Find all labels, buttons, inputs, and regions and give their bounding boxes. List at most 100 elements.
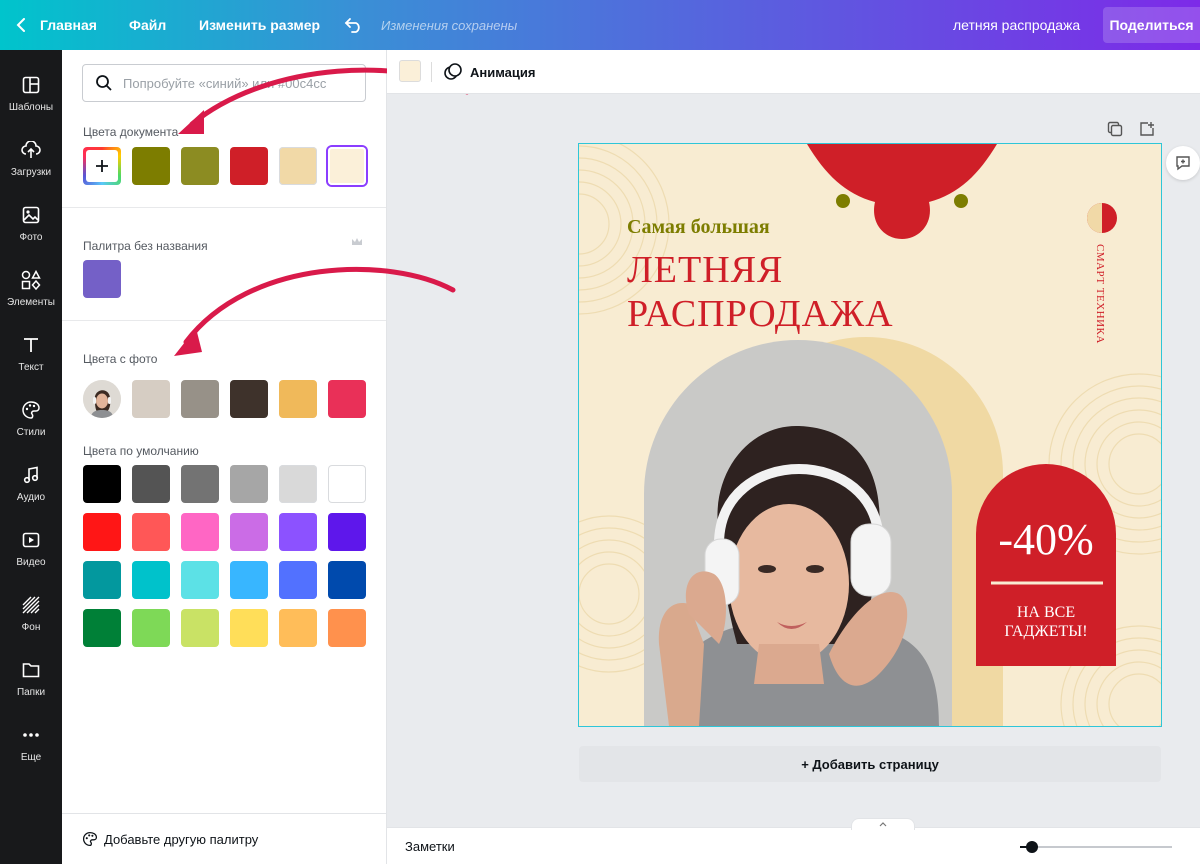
duplicate-icon — [1107, 121, 1123, 137]
photo-color-swatch[interactable] — [328, 380, 366, 418]
divider — [62, 320, 386, 321]
rail-label: Шаблоны — [8, 101, 54, 113]
undo-button[interactable] — [344, 0, 364, 50]
notes-button[interactable]: Заметки — [405, 828, 455, 864]
rail-label: Загрузки — [10, 166, 52, 178]
more-icon — [20, 724, 42, 746]
undo-icon — [344, 18, 360, 33]
default-color-swatch[interactable] — [279, 513, 317, 551]
photo-icon — [20, 204, 42, 226]
rail-label: Текст — [18, 361, 44, 373]
comment-button[interactable] — [1166, 146, 1200, 180]
add-palette-button[interactable]: Добавьте другую палитру — [62, 813, 386, 864]
photo-color-swatch[interactable] — [279, 380, 317, 418]
default-color-swatch[interactable] — [279, 561, 317, 599]
expand-pages-handle[interactable] — [851, 818, 915, 830]
default-color-swatch[interactable] — [328, 513, 366, 551]
design-title-line2[interactable]: РАСПРОДАЖА — [627, 292, 894, 336]
photo-color-swatch[interactable] — [132, 380, 170, 418]
animation-button[interactable]: Анимация — [443, 50, 535, 94]
rail-item-uploads[interactable]: Загрузки — [0, 127, 62, 189]
rail-item-audio[interactable]: Аудио — [0, 452, 62, 514]
default-color-swatch[interactable] — [132, 609, 170, 647]
design-promo-line1[interactable]: НА ВСЕ — [976, 603, 1116, 622]
add-page-icon-button[interactable] — [1138, 120, 1156, 138]
default-color-swatch[interactable] — [279, 465, 317, 503]
video-icon — [20, 529, 42, 551]
zoom-slider-track[interactable] — [1020, 846, 1172, 848]
rail-item-styles[interactable]: Стили — [0, 387, 62, 449]
doc-color-swatch[interactable] — [230, 147, 268, 185]
rail-label: Фото — [19, 231, 43, 243]
rail-item-video[interactable]: Видео — [0, 517, 62, 579]
color-panel: Цвета документа Палитра без названия Цве… — [62, 50, 387, 864]
photo-thumbnail[interactable] — [83, 380, 121, 418]
default-color-swatch[interactable] — [83, 513, 121, 551]
templates-icon — [20, 74, 42, 96]
search-input[interactable] — [123, 75, 353, 91]
default-color-swatch[interactable] — [132, 513, 170, 551]
rail-item-more[interactable]: Еще — [0, 712, 62, 774]
default-color-swatch[interactable] — [83, 465, 121, 503]
design-subtitle[interactable]: Самая большая — [627, 216, 770, 239]
divider — [62, 207, 386, 208]
home-button[interactable]: Главная — [16, 0, 97, 50]
default-color-swatch[interactable] — [181, 561, 219, 599]
design-promo-line2[interactable]: ГАДЖЕТЫ! — [976, 622, 1116, 641]
default-color-swatch[interactable] — [181, 609, 219, 647]
add-color-button[interactable] — [83, 147, 121, 185]
elements-icon — [20, 269, 42, 291]
rail-label: Еще — [20, 751, 42, 763]
color-search[interactable] — [82, 64, 366, 102]
doc-color-swatch-selected[interactable] — [328, 147, 366, 185]
design-title-line1[interactable]: ЛЕТНЯЯ — [627, 248, 783, 292]
default-color-swatch[interactable] — [83, 561, 121, 599]
default-color-swatch[interactable] — [279, 609, 317, 647]
design-vertical-brand[interactable]: СМАРТ ТЕХНИКА — [1092, 244, 1106, 344]
default-color-swatch[interactable] — [230, 609, 268, 647]
doc-color-swatch[interactable] — [279, 147, 317, 185]
rail-item-text[interactable]: Текст — [0, 322, 62, 384]
photo-colors-title: Цвета с фото — [83, 352, 158, 366]
background-color-button[interactable] — [399, 60, 421, 82]
divider — [431, 62, 432, 82]
design-page[interactable]: Самая большая ЛЕТНЯЯ РАСПРОДАЖА СМАРТ ТЕ… — [578, 143, 1162, 727]
rail-item-templates[interactable]: Шаблоны — [0, 62, 62, 124]
default-color-swatch[interactable] — [230, 513, 268, 551]
share-button[interactable]: Поделиться — [1103, 7, 1200, 43]
woman-thumbnail-icon — [83, 380, 121, 418]
default-color-swatch[interactable] — [132, 561, 170, 599]
doc-color-swatch[interactable] — [132, 147, 170, 185]
rail-item-background[interactable]: Фон — [0, 582, 62, 644]
rail-label: Элементы — [7, 296, 55, 308]
rail-item-elements[interactable]: Элементы — [0, 257, 62, 319]
doc-color-swatch[interactable] — [181, 147, 219, 185]
photo-color-swatch[interactable] — [230, 380, 268, 418]
default-color-swatch[interactable] — [181, 465, 219, 503]
rail-item-folders[interactable]: Папки — [0, 647, 62, 709]
resize-label: Изменить размер — [199, 17, 321, 33]
default-color-swatch[interactable] — [230, 561, 268, 599]
home-label: Главная — [40, 17, 97, 33]
zoom-slider-knob[interactable] — [1026, 841, 1039, 853]
palette-icon — [82, 831, 98, 847]
folder-icon — [20, 659, 42, 681]
default-color-swatch[interactable] — [328, 465, 366, 503]
file-menu[interactable]: Файл — [129, 0, 166, 50]
default-color-swatch[interactable] — [132, 465, 170, 503]
duplicate-page-button[interactable] — [1106, 120, 1124, 138]
document-title[interactable]: летняя распродажа — [953, 0, 1080, 50]
photo-color-swatch[interactable] — [181, 380, 219, 418]
doc-colors-title: Цвета документа — [83, 125, 179, 139]
default-color-swatch[interactable] — [328, 609, 366, 647]
add-page-button[interactable]: + Добавить страницу — [579, 746, 1161, 782]
resize-menu[interactable]: Изменить размер — [199, 0, 320, 50]
chevron-up-icon — [879, 822, 887, 827]
default-color-swatch[interactable] — [181, 513, 219, 551]
palette-color-swatch[interactable] — [83, 260, 121, 298]
default-color-swatch[interactable] — [230, 465, 268, 503]
design-discount[interactable]: -40% — [976, 514, 1116, 565]
rail-item-photos[interactable]: Фото — [0, 192, 62, 254]
default-color-swatch[interactable] — [83, 609, 121, 647]
default-color-swatch[interactable] — [328, 561, 366, 599]
